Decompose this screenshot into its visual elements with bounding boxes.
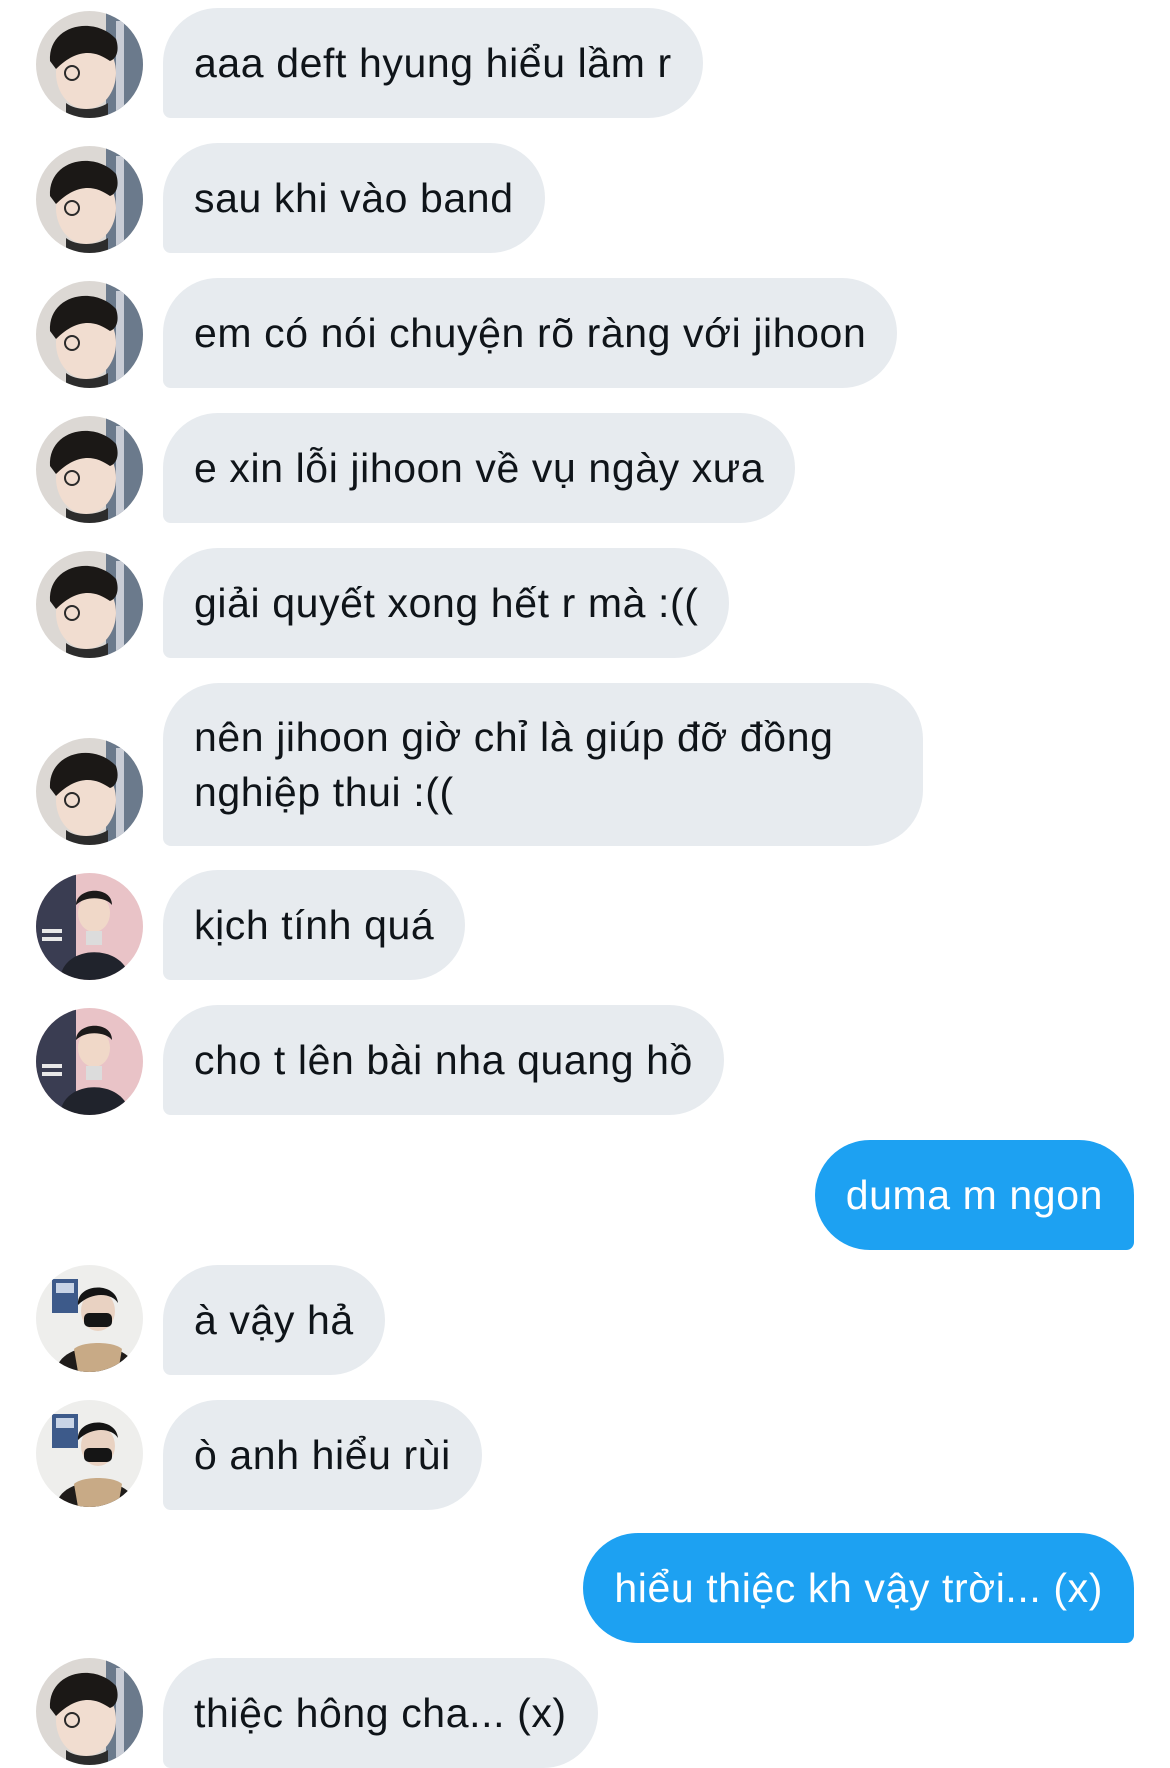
message-row: e xin lỗi jihoon về vụ ngày xưa xyxy=(0,413,1170,523)
message-text: hiểu thiệc kh vậy trời... (x) xyxy=(614,1564,1103,1611)
message-bubble[interactable]: thiệc hông cha... (x) xyxy=(163,1658,598,1768)
chat-thread: aaa deft hyung hiểu lầm r sau khi vào ba… xyxy=(0,0,1170,1768)
avatar-contact-a[interactable] xyxy=(36,146,143,253)
message-row: duma m ngon xyxy=(0,1140,1170,1250)
message-text: ò anh hiểu rùi xyxy=(194,1431,451,1478)
message-row: thiệc hông cha... (x) xyxy=(0,1658,1170,1768)
avatar-contact-a[interactable] xyxy=(36,11,143,118)
message-row: giải quyết xong hết r mà :(( xyxy=(0,548,1170,658)
message-text: aaa deft hyung hiểu lầm r xyxy=(194,39,672,86)
message-row: ò anh hiểu rùi xyxy=(0,1400,1170,1510)
message-row: hiểu thiệc kh vậy trời... (x) xyxy=(0,1533,1170,1643)
avatar-contact-c[interactable] xyxy=(36,1265,143,1372)
glasses-boy-avatar-icon xyxy=(36,738,143,845)
message-bubble[interactable]: aaa deft hyung hiểu lầm r xyxy=(163,8,703,118)
message-bubble[interactable]: giải quyết xong hết r mà :(( xyxy=(163,548,730,658)
message-bubble[interactable]: à vậy hả xyxy=(163,1265,385,1375)
message-row: nên jihoon giờ chỉ là giúp đỡ đồng nghiệ… xyxy=(0,683,1170,846)
message-text: kịch tính quá xyxy=(194,901,435,948)
message-bubble[interactable]: e xin lỗi jihoon về vụ ngày xưa xyxy=(163,413,796,523)
message-text: duma m ngon xyxy=(845,1171,1103,1218)
message-bubble[interactable]: kịch tính quá xyxy=(163,870,466,980)
glasses-boy-avatar-icon xyxy=(36,416,143,523)
avatar-contact-a[interactable] xyxy=(36,1658,143,1765)
suit-man-avatar-icon xyxy=(36,873,143,980)
avatar-contact-b[interactable] xyxy=(36,1008,143,1115)
message-text: cho t lên bài nha quang hồ xyxy=(194,1036,693,1083)
avatar-contact-a[interactable] xyxy=(36,281,143,388)
message-bubble[interactable]: ò anh hiểu rùi xyxy=(163,1400,482,1510)
glasses-boy-avatar-icon xyxy=(36,281,143,388)
avatar-contact-b[interactable] xyxy=(36,873,143,980)
message-row: kịch tính quá xyxy=(0,870,1170,980)
avatar-contact-a[interactable] xyxy=(36,738,143,845)
masked-person-avatar-icon xyxy=(36,1265,143,1372)
glasses-boy-avatar-icon xyxy=(36,146,143,253)
message-text: à vậy hả xyxy=(194,1296,354,1343)
message-row: em có nói chuyện rõ ràng với jihoon xyxy=(0,278,1170,388)
message-text: em có nói chuyện rõ ràng với jihoon xyxy=(194,309,867,356)
message-text: e xin lỗi jihoon về vụ ngày xưa xyxy=(194,444,765,491)
message-row: à vậy hả xyxy=(0,1265,1170,1375)
message-bubble[interactable]: sau khi vào band xyxy=(163,143,545,253)
message-bubble[interactable]: em có nói chuyện rõ ràng với jihoon xyxy=(163,278,898,388)
suit-man-avatar-icon xyxy=(36,1008,143,1115)
message-text: sau khi vào band xyxy=(194,174,514,221)
avatar-contact-a[interactable] xyxy=(36,416,143,523)
message-text: giải quyết xong hết r mà :(( xyxy=(194,579,699,626)
glasses-boy-avatar-icon xyxy=(36,11,143,118)
avatar-contact-c[interactable] xyxy=(36,1400,143,1507)
message-text: thiệc hông cha... (x) xyxy=(194,1689,567,1736)
message-row: cho t lên bài nha quang hồ xyxy=(0,1005,1170,1115)
masked-person-avatar-icon xyxy=(36,1400,143,1507)
message-bubble[interactable]: nên jihoon giờ chỉ là giúp đỡ đồng nghiệ… xyxy=(163,683,923,846)
glasses-boy-avatar-icon xyxy=(36,1658,143,1765)
message-row: aaa deft hyung hiểu lầm r xyxy=(0,8,1170,118)
message-row: sau khi vào band xyxy=(0,143,1170,253)
message-bubble-outgoing[interactable]: duma m ngon xyxy=(814,1140,1134,1250)
message-bubble-outgoing[interactable]: hiểu thiệc kh vậy trời... (x) xyxy=(583,1533,1134,1643)
glasses-boy-avatar-icon xyxy=(36,551,143,658)
message-text: nên jihoon giờ chỉ là giúp đỡ đồng nghiệ… xyxy=(194,713,834,815)
message-bubble[interactable]: cho t lên bài nha quang hồ xyxy=(163,1005,724,1115)
avatar-contact-a[interactable] xyxy=(36,551,143,658)
